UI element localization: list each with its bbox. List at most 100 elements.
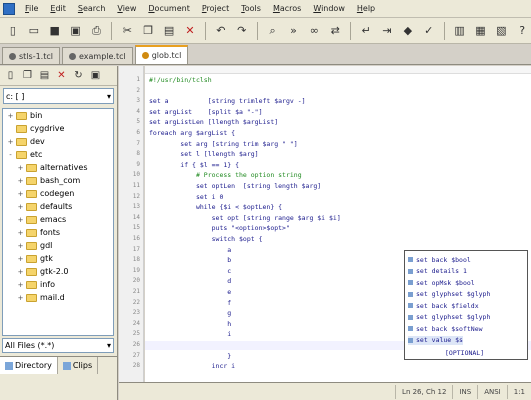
menu-window[interactable]: Window: [307, 4, 351, 13]
up-folder-icon[interactable]: ▯: [3, 68, 18, 83]
find-next-icon[interactable]: »: [285, 22, 303, 40]
tree-item-label: emacs: [40, 215, 67, 224]
tree-item[interactable]: + dev: [3, 135, 113, 148]
copy-icon[interactable]: ❐: [20, 68, 35, 83]
expand-icon[interactable]: +: [17, 190, 24, 198]
expand-icon[interactable]: +: [17, 255, 24, 263]
folder-icon: [16, 137, 27, 146]
autocomplete-item[interactable]: set back $bool: [408, 255, 471, 264]
cascade-icon[interactable]: ▧: [492, 22, 510, 40]
line-number: 3: [136, 97, 140, 105]
menu-edit[interactable]: Edit: [44, 4, 72, 13]
autocomplete-item[interactable]: set glyphset $glyph: [408, 313, 490, 322]
expand-icon[interactable]: +: [17, 268, 24, 276]
panel-tab-directory[interactable]: Directory: [0, 357, 58, 374]
line-number: 9: [136, 160, 140, 168]
autocomplete-item[interactable]: set opMsk $bool: [408, 278, 475, 287]
menu-view[interactable]: View: [111, 4, 142, 13]
replace-icon[interactable]: ⇄: [326, 22, 344, 40]
menu-search[interactable]: Search: [72, 4, 111, 13]
find-icon[interactable]: ⌕: [264, 22, 282, 40]
folder-icon: [26, 215, 37, 224]
tab-example-tcl[interactable]: example.tcl: [61, 47, 133, 64]
autocomplete-item[interactable]: set details 1: [408, 267, 467, 276]
menu-project[interactable]: Project: [196, 4, 235, 13]
expand-icon[interactable]: +: [17, 294, 24, 302]
expand-icon[interactable]: +: [17, 281, 24, 289]
expand-icon[interactable]: +: [7, 138, 14, 146]
tree-item[interactable]: + mail.d: [3, 291, 113, 304]
help-icon[interactable]: ?: [513, 22, 531, 40]
tab-stls-1-tcl[interactable]: stls-1.tcl: [2, 47, 60, 64]
properties-icon[interactable]: ▣: [88, 68, 103, 83]
menu-help[interactable]: Help: [351, 4, 381, 13]
tree-item[interactable]: + codegen: [3, 187, 113, 200]
tree-item[interactable]: + bash_com: [3, 174, 113, 187]
autocomplete-item[interactable]: set back $softNew: [408, 324, 483, 333]
tree-item[interactable]: + defaults: [3, 200, 113, 213]
expand-icon[interactable]: +: [17, 216, 24, 224]
variable-icon: [408, 314, 413, 320]
tree-item[interactable]: + fonts: [3, 226, 113, 239]
delete-icon[interactable]: ✕: [54, 68, 69, 83]
menu-tools[interactable]: Tools: [235, 4, 267, 13]
delete-icon[interactable]: ✕: [181, 22, 199, 40]
new-file-icon[interactable]: ▯: [4, 22, 22, 40]
tree-item[interactable]: + gtk-2.0: [3, 265, 113, 278]
line-number-gutter: 1 2 3 4 5 6 7 8 9 10 11 12 13 14 15 16 17 18 19 20 21 22 23 24 2…: [119, 66, 144, 382]
tree-item[interactable]: - etc: [3, 148, 113, 161]
tile-vertical-icon[interactable]: ▦: [472, 22, 490, 40]
tab-glob-tcl[interactable]: glob.tcl: [134, 45, 189, 64]
tree-item[interactable]: cygdrive: [3, 122, 113, 135]
expand-icon[interactable]: +: [17, 203, 24, 211]
cut-icon[interactable]: ✂: [118, 22, 136, 40]
file-filter-select[interactable]: All Files (*.*) ▾: [2, 338, 114, 353]
autocomplete-item[interactable]: set glyphset $glyph: [408, 290, 490, 299]
paste-icon[interactable]: ▤: [37, 68, 52, 83]
expand-icon[interactable]: +: [17, 177, 24, 185]
collapse-icon[interactable]: -: [7, 151, 14, 159]
folder-icon: [26, 189, 37, 198]
menu-document[interactable]: Document: [142, 4, 195, 13]
menu-macros[interactable]: Macros: [267, 4, 307, 13]
print-icon[interactable]: ⎙: [88, 22, 106, 40]
undo-icon[interactable]: ↶: [212, 22, 230, 40]
spell-check-icon[interactable]: ✓: [420, 22, 438, 40]
menu-label-rest: dit: [55, 4, 66, 13]
line-number: 5: [136, 118, 140, 126]
copy-icon[interactable]: ❐: [139, 22, 157, 40]
panel-tab-clips[interactable]: Clips: [58, 357, 99, 374]
bookmark-icon[interactable]: ◆: [399, 22, 417, 40]
word-wrap-icon[interactable]: ↵: [357, 22, 375, 40]
autocomplete-popup[interactable]: set back $bool set details 1 set opMsk $bo…: [404, 250, 528, 360]
save-icon[interactable]: ■: [46, 22, 64, 40]
tree-item[interactable]: + alternatives: [3, 161, 113, 174]
panel-tab-label: Clips: [72, 361, 93, 370]
autocomplete-item[interactable]: set value $s: [408, 335, 463, 345]
folder-icon: [26, 293, 37, 302]
save-all-icon[interactable]: ▣: [67, 22, 85, 40]
tree-item[interactable]: + gdl: [3, 239, 113, 252]
tree-item[interactable]: + emacs: [3, 213, 113, 226]
indent-icon[interactable]: ⇥: [378, 22, 396, 40]
folder-icon: [16, 111, 27, 120]
paste-icon[interactable]: ▤: [160, 22, 178, 40]
code-editor[interactable]: set back $bool set details 1 set opMsk $bo…: [145, 66, 531, 382]
tile-horizontal-icon[interactable]: ▥: [451, 22, 469, 40]
toolbar: ▯ ▭ ■ ▣ ⎙ ✂ ❐ ▤ ✕ ↶ ↷ ⌕ » ∞ ⇄ ↵ ⇥ ◆ ✓ ▥ …: [0, 18, 531, 44]
expand-icon[interactable]: +: [7, 112, 14, 120]
binoculars-icon[interactable]: ∞: [305, 22, 323, 40]
tree-item[interactable]: + gtk: [3, 252, 113, 265]
drive-select[interactable]: c: [ ] ▾: [3, 88, 114, 104]
menu-file[interactable]: File: [19, 4, 44, 13]
expand-icon[interactable]: +: [17, 164, 24, 172]
expand-icon[interactable]: +: [17, 242, 24, 250]
autocomplete-item[interactable]: set back $fieldx: [408, 301, 479, 310]
open-folder-icon[interactable]: ▭: [25, 22, 43, 40]
tree-item-label: info: [40, 280, 56, 289]
redo-icon[interactable]: ↷: [233, 22, 251, 40]
refresh-icon[interactable]: ↻: [71, 68, 86, 83]
tree-item[interactable]: + bin: [3, 109, 113, 122]
tree-item[interactable]: + info: [3, 278, 113, 291]
expand-icon[interactable]: +: [17, 229, 24, 237]
